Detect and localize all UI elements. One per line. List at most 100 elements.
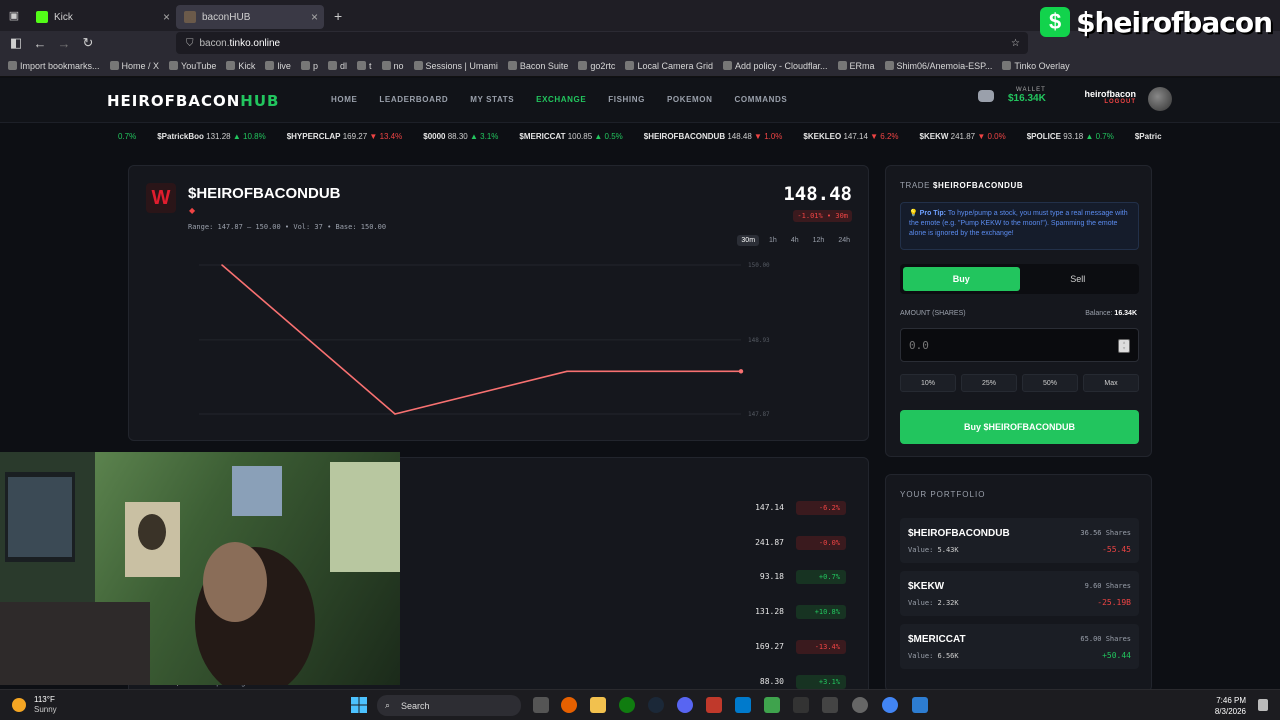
nav-home[interactable]: HOME [331,95,357,104]
ticker-item[interactable]: 0.7% [118,132,136,141]
bookmark-item[interactable]: YouTube [169,61,216,71]
range-selector: 30m 1h 4h 12h 24h [731,235,854,246]
site-logo[interactable]: HEIROFBACONHUB [107,92,279,110]
app-icon[interactable] [822,697,838,713]
bookmark-icon [300,61,310,70]
obs-app-icon[interactable] [706,697,722,713]
sell-tab[interactable]: Sell [1020,267,1137,291]
bookmark-item[interactable]: Kick [226,61,255,71]
range-24h[interactable]: 24h [834,235,854,246]
weather-condition: Sunny [34,705,57,714]
close-icon[interactable]: × [163,10,170,24]
notepad-icon[interactable] [912,697,928,713]
search-icon: ⌕ [385,700,391,710]
ticker-item[interactable]: $POLICE 93.18 ▲ 0.7% [1027,132,1114,141]
buy-stock-button[interactable]: Buy $HEIROFBACONDUB [900,410,1139,444]
nav-exchange[interactable]: EXCHANGE [536,95,586,104]
nav-commands[interactable]: COMMANDS [735,95,788,104]
bookmark-item[interactable]: Sessions | Umami [413,61,498,71]
chart-panel: 150.00 148.93 147.87 W $HEIROFBACONDUB ◆ R… [128,165,869,441]
ticker-item[interactable]: $0000 88.30 ▲ 3.1% [423,132,498,141]
bookmark-item[interactable]: Home / X [109,61,159,71]
ticker-item[interactable]: $KEKLEO 147.14 ▼ 6.2% [803,132,898,141]
bookmark-star-icon[interactable]: ☆ [1011,38,1020,49]
bookmarks-bar: Import bookmarks... Home / X YouTube Kick li… [0,55,1280,77]
chrome-icon[interactable] [882,697,898,713]
close-icon[interactable]: × [311,10,318,24]
vscode-icon[interactable] [735,697,751,713]
portfolio-item[interactable]: $HEIROFBACONDUB Value: 5.43K 36.56 Shares -… [900,518,1139,563]
nav-my-stats[interactable]: MY STATS [470,95,514,104]
system-clock[interactable]: 7:46 PM 8/3/2026 [1215,695,1246,717]
sidebar-icon[interactable]: ◧ [4,35,28,51]
app-icon[interactable] [764,697,780,713]
row-price: 88.30 [759,676,784,686]
max-button[interactable]: Max [1083,374,1139,392]
range-4h[interactable]: 4h [787,235,803,246]
reload-icon[interactable]: ↻ [76,35,100,51]
range-1h[interactable]: 1h [765,235,781,246]
file-explorer-icon[interactable] [590,697,606,713]
app-icon[interactable] [852,697,868,713]
percent-buttons: 10% 25% 50% Max [900,374,1139,392]
logout-link[interactable]: LOGOUT [1078,99,1136,105]
stepper-icon[interactable]: ▴ ▾ [1118,339,1130,353]
bookmark-item[interactable]: ERma [837,61,875,71]
tab-kick[interactable]: Kick × [28,5,176,29]
ticker-item[interactable]: $HEIROFBACONDUB 148.48 ▼ 1.0% [644,132,783,141]
bookmark-item[interactable]: p [300,61,318,71]
bookmark-item[interactable]: live [265,61,291,71]
tab-baconhub[interactable]: baconHUB × [176,5,324,29]
avatar[interactable] [1148,87,1172,111]
bookmark-item[interactable]: go2rtc [578,61,615,71]
range-30m[interactable]: 30m [737,235,760,246]
task-view-icon[interactable] [533,697,549,713]
shield-icon: ⛉ [186,37,194,49]
bookmark-item[interactable]: dl [327,61,347,71]
steam-icon[interactable] [648,697,664,713]
pct-10-button[interactable]: 10% [900,374,956,392]
discord-app-icon[interactable] [677,697,693,713]
nav-leaderboard[interactable]: LEADERBOARD [379,95,448,104]
address-bar[interactable]: ⛉ bacon. tinko.online ☆ [176,32,1028,54]
discord-icon[interactable] [978,89,994,102]
range-12h[interactable]: 12h [809,235,829,246]
terminal-icon[interactable] [793,697,809,713]
amount-input[interactable]: 0.0 ▴ ▾ [900,328,1139,362]
bookmark-item[interactable]: Add policy - Cloudflar... [722,61,828,71]
new-tab-button[interactable]: + [334,8,342,24]
ticker-item[interactable]: $HYPERCLAP 169.27 ▼ 13.4% [287,132,403,141]
tab-list-icon[interactable]: ▣ [0,9,28,22]
holding-symbol: $HEIROFBACONDUB [908,528,1010,539]
bookmark-item[interactable]: t [356,61,372,71]
wallet: WALLET $16.34K [978,87,1046,104]
stock-price: 148.48 [783,183,852,205]
portfolio-item[interactable]: $MERICCAT Value: 6.56K 65.00 Shares +50.44 [900,624,1139,669]
bookmark-icon [381,61,391,70]
xbox-icon[interactable] [619,697,635,713]
notification-icon[interactable] [1258,699,1268,711]
ticker-item[interactable]: $MERICCAT 100.85 ▲ 0.5% [519,132,622,141]
bookmark-item[interactable]: no [381,61,404,71]
ticker-item[interactable]: $Patric [1135,132,1162,141]
firefox-icon[interactable] [561,697,577,713]
windows-start-icon[interactable] [351,697,367,713]
forward-icon[interactable]: → [52,36,76,51]
ticker-item[interactable]: $PatrickBoo 131.28 ▲ 10.8% [157,132,265,141]
taskbar-search[interactable]: ⌕ Search [377,695,521,716]
portfolio-item[interactable]: $KEKW Value: 2.32K 9.60 Shares -25.19B [900,571,1139,616]
bookmark-item[interactable]: Local Camera Grid [625,61,713,71]
nav-fishing[interactable]: FISHING [608,95,645,104]
temperature: 113°F [34,695,55,704]
back-icon[interactable]: ← [28,36,52,51]
weather-widget[interactable]: 113°F Sunny [12,695,57,715]
bookmark-item[interactable]: Import bookmarks... [8,61,100,71]
pct-50-button[interactable]: 50% [1022,374,1078,392]
nav-pokemon[interactable]: POKEMON [667,95,713,104]
ticker-item[interactable]: $KEKW 241.87 ▼ 0.0% [920,132,1006,141]
bookmark-item[interactable]: Tinko Overlay [1002,61,1070,71]
buy-tab[interactable]: Buy [903,267,1020,291]
bookmark-item[interactable]: Shim06/Anemoia-ESP... [884,61,992,71]
pct-25-button[interactable]: 25% [961,374,1017,392]
bookmark-item[interactable]: Bacon Suite [507,61,568,71]
